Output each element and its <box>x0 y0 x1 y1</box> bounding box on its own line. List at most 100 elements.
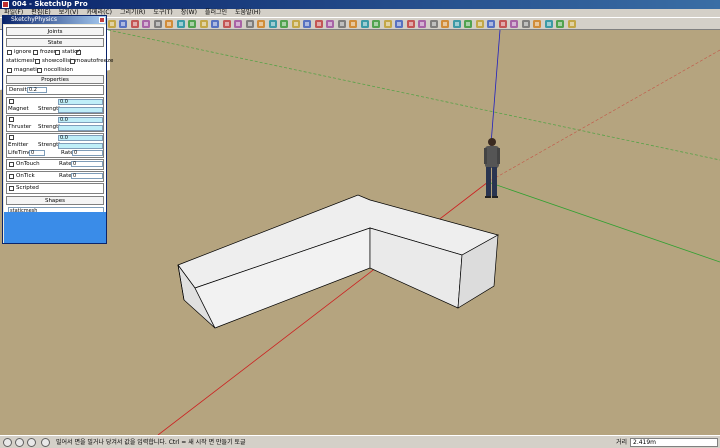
wireframe-icon[interactable] <box>429 19 439 29</box>
section-plane-icon[interactable] <box>544 19 554 29</box>
scripted-checkbox[interactable] <box>9 186 14 191</box>
frozen-checkbox[interactable] <box>33 50 38 55</box>
zoom-window-icon[interactable] <box>291 19 301 29</box>
menu-window[interactable]: 창(W) <box>177 9 201 17</box>
warehouse-icon[interactable] <box>498 19 508 29</box>
monochrome-icon[interactable] <box>475 19 485 29</box>
measurements-box[interactable]: 2.419m <box>630 438 718 447</box>
dialog-title-bar: SketchyPhysics <box>3 16 106 24</box>
ignore-checkbox[interactable] <box>7 50 12 55</box>
protractor-icon[interactable] <box>210 19 220 29</box>
properties-header[interactable]: Properties <box>6 75 104 84</box>
staticmesh-checkbox[interactable] <box>35 59 40 64</box>
thruster-strength-field[interactable]: 0.0 <box>58 117 103 123</box>
staticmesh-label: staticmesh <box>6 58 37 64</box>
back-edges-icon[interactable] <box>417 19 427 29</box>
lifetime-field[interactable]: 0 <box>29 150 45 156</box>
rotate-icon[interactable] <box>141 19 151 29</box>
model-viewport[interactable] <box>0 30 720 435</box>
position-camera-icon[interactable] <box>509 19 519 29</box>
title-bar: 004 - SketchUp Pro <box>0 0 720 9</box>
scale-icon[interactable] <box>164 19 174 29</box>
pan-icon[interactable] <box>268 19 278 29</box>
ontouch-rate-field[interactable]: 0 <box>71 161 103 167</box>
emitter-rate-field[interactable]: 0 <box>72 150 103 156</box>
next-icon[interactable] <box>325 19 335 29</box>
offset-icon[interactable] <box>176 19 186 29</box>
user-icon[interactable] <box>27 438 36 447</box>
emitter-strength-field[interactable]: 0.0 <box>58 135 103 141</box>
state-header[interactable]: State <box>6 38 104 47</box>
joints-header[interactable]: Joints <box>6 27 104 36</box>
ontick-rate-field[interactable]: 0 <box>71 173 103 179</box>
ontouch-checkbox[interactable] <box>9 162 14 167</box>
shaded-textures-icon[interactable] <box>463 19 473 29</box>
sandbox-icon[interactable] <box>486 19 496 29</box>
scene-canvas[interactable] <box>0 30 720 435</box>
ontouch-label: OnTouch <box>16 161 40 167</box>
menu-plugins[interactable]: 플러그인 <box>201 9 231 17</box>
text-icon[interactable] <box>222 19 232 29</box>
ontick-checkbox[interactable] <box>9 174 14 179</box>
menu-help[interactable]: 도움말(H) <box>231 9 265 17</box>
top-view-icon[interactable] <box>348 19 358 29</box>
magnet-group: 0.0 Magnet Strength <box>6 97 104 114</box>
menu-tools[interactable]: 도구(T) <box>149 9 176 17</box>
magnet-strength-field[interactable]: 0.0 <box>58 99 103 105</box>
measurements-label: 거리 <box>616 439 628 446</box>
magnet-checkbox[interactable] <box>9 99 14 104</box>
orbit-icon[interactable] <box>256 19 266 29</box>
credits-icon[interactable] <box>15 438 24 447</box>
menu-draw[interactable]: 그리기(R) <box>116 9 149 17</box>
right-view-icon[interactable] <box>371 19 381 29</box>
freehand-icon[interactable] <box>107 19 117 29</box>
thruster-strength-field-2[interactable] <box>58 125 103 131</box>
dimension-icon[interactable] <box>199 19 209 29</box>
close-icon[interactable] <box>99 17 105 23</box>
front-view-icon[interactable] <box>360 19 370 29</box>
3d-text-icon[interactable] <box>245 19 255 29</box>
zoom-extents-icon[interactable] <box>302 19 312 29</box>
axes-icon[interactable] <box>233 19 243 29</box>
hidden-line-icon[interactable] <box>440 19 450 29</box>
menu-bar: 파일(F) 편집(E) 보기(V) 카메라(C) 그리기(R) 도구(T) 창(… <box>0 9 720 17</box>
sketchyphysics-dialog: SketchyPhysics Joints State ignore froze… <box>2 15 113 244</box>
shaded-icon[interactable] <box>452 19 462 29</box>
lifetime-label: LifeTime <box>8 150 32 156</box>
magnet-strength-field-2[interactable] <box>58 107 103 113</box>
thruster-checkbox[interactable] <box>9 117 14 122</box>
previous-icon[interactable] <box>314 19 324 29</box>
dialog-body: Joints State ignore frozen static static… <box>4 25 113 243</box>
status-bar: 밀어서 면을 밀거나 당겨서 값을 입력합니다. Ctrl = 새 시작 면 만… <box>0 435 720 448</box>
density-field[interactable]: 0.2 <box>27 87 47 93</box>
dialog-title: SketchyPhysics <box>11 16 57 23</box>
emitter-checkbox[interactable] <box>9 135 14 140</box>
push-pull-icon[interactable] <box>130 19 140 29</box>
left-view-icon[interactable] <box>394 19 404 29</box>
walk-icon[interactable] <box>521 19 531 29</box>
zoom-icon[interactable] <box>279 19 289 29</box>
nocollision-checkbox[interactable] <box>37 68 42 73</box>
tape-measure-icon[interactable] <box>187 19 197 29</box>
emitter-label: Emitter <box>8 142 29 148</box>
shapes-header[interactable]: Shapes <box>6 196 104 205</box>
look-around-icon[interactable] <box>532 19 542 29</box>
person-torso <box>485 146 499 168</box>
status-message: 밀어서 면을 밀거나 당겨서 값을 입력합니다. Ctrl = 새 시작 면 만… <box>56 439 246 446</box>
play-icon[interactable] <box>555 19 565 29</box>
showcollision-checkbox[interactable] <box>70 59 75 64</box>
window-title: 004 - SketchUp Pro <box>12 0 88 8</box>
help-icon[interactable] <box>41 438 50 447</box>
iso-view-icon[interactable] <box>337 19 347 29</box>
static-checkbox[interactable] <box>76 48 81 55</box>
static-label: static <box>62 49 78 55</box>
noautofreeze-label: noautofreeze <box>77 58 114 64</box>
back-view-icon[interactable] <box>383 19 393 29</box>
xray-icon[interactable] <box>406 19 416 29</box>
move-icon[interactable] <box>118 19 128 29</box>
magnetic-checkbox[interactable] <box>7 68 12 73</box>
geo-location-icon[interactable] <box>3 438 12 447</box>
follow-me-icon[interactable] <box>153 19 163 29</box>
rewind-icon[interactable] <box>567 19 577 29</box>
emitter-strength-field-2[interactable] <box>58 143 103 149</box>
